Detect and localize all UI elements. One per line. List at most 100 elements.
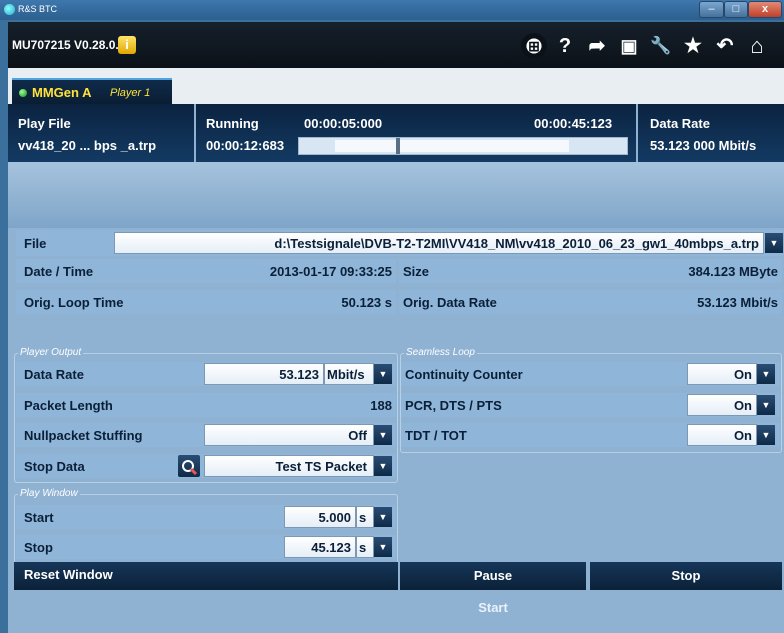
cc-row: Continuity Counter On ▼ [401, 362, 780, 386]
wrench-icon[interactable]: 🔧 [648, 33, 674, 59]
pw-start-field[interactable]: 5.000 [284, 506, 356, 528]
start-button[interactable]: Start [400, 594, 586, 622]
orig-rate-row: Orig. Data Rate 53.123 Mbit/s [399, 290, 782, 314]
forward-icon[interactable]: ➦ [584, 33, 610, 59]
nullpacket-row: Nullpacket Stuffing Off ▼ [16, 423, 396, 447]
play-file-label: Play File [18, 116, 71, 131]
tdt-select[interactable]: On [687, 424, 757, 446]
stop-data-label: Stop Data [24, 459, 85, 474]
po-data-rate-unit-select[interactable]: Mbit/s [324, 363, 374, 385]
pw-start-label: Start [24, 510, 54, 525]
back-icon[interactable]: ↶ [712, 33, 738, 59]
stop-button[interactable]: Stop [590, 562, 782, 590]
play-file-panel: Play File vv418_20 ... bps _a.trp [8, 104, 194, 162]
po-data-rate-label: Data Rate [24, 367, 84, 382]
pw-stop-row: Stop 45.123 s ▼ [16, 535, 396, 559]
pw-stop-field[interactable]: 45.123 [284, 536, 356, 558]
orig-rate-value: 53.123 Mbit/s [697, 295, 778, 310]
file-label: File [24, 236, 47, 251]
pw-start-unit[interactable]: s [356, 506, 374, 528]
pw-stop-unit[interactable]: s [356, 536, 374, 558]
home-icon[interactable]: ⌂ [744, 33, 770, 59]
windows-icon[interactable]: ⊞ [521, 33, 547, 59]
file-row: File d:\Testsignale\DVB-T2-T2MI\VV418_NM… [16, 230, 783, 256]
running-elapsed-time: 00:00:12:683 [206, 138, 285, 153]
play-window-group-label: Play Window [18, 488, 80, 499]
pw-start-row: Start 5.000 s ▼ [16, 505, 396, 529]
nullpacket-dropdown-icon[interactable]: ▼ [374, 425, 392, 445]
running-panel: Running 00:00:05:000 00:00:45:123 00:00:… [196, 104, 636, 162]
minimize-button[interactable]: – [699, 1, 724, 18]
running-label: Running [206, 116, 259, 131]
date-time-label: Date / Time [24, 264, 94, 279]
orig-loop-row: Orig. Loop Time 50.123 s [16, 290, 396, 314]
progress-window-fill [335, 140, 569, 152]
tdt-row: TDT / TOT On ▼ [401, 423, 780, 447]
toolbar: MU707215 V0.28.0.0 i ⊞ ? ➦ ▣ 🔧 ★ ↶ ⌂ [8, 22, 784, 68]
pcr-label: PCR, DTS / PTS [405, 398, 502, 413]
version-label: MU707215 V0.28.0.0 [12, 38, 126, 52]
favorite-star-icon[interactable]: ★ [680, 33, 706, 59]
main-panel: Play File vv418_20 ... bps _a.trp Runnin… [8, 104, 784, 633]
po-data-rate-field[interactable]: 53.123 [204, 363, 324, 385]
player-output-group-label: Player Output [18, 347, 84, 358]
pcr-select[interactable]: On [687, 394, 757, 416]
status-led-icon [19, 89, 27, 97]
file-dropdown-arrow-icon[interactable]: ▼ [765, 233, 783, 253]
nullpacket-select[interactable]: Off [204, 424, 374, 446]
header-data-rate-value: 53.123 000 Mbit/s [650, 138, 757, 153]
cc-label: Continuity Counter [405, 367, 523, 382]
stop-data-settings-icon[interactable] [178, 455, 200, 477]
window-titlebar: R&S BTC – □ x [0, 0, 784, 20]
date-time-value: 2013-01-17 09:33:25 [269, 264, 392, 279]
orig-loop-value: 50.123 s [341, 295, 392, 310]
save-icon[interactable]: ▣ [616, 33, 642, 59]
tab-label: MMGen A [32, 85, 92, 100]
cc-dropdown-icon[interactable]: ▼ [757, 364, 775, 384]
stop-data-dropdown-icon[interactable]: ▼ [374, 456, 392, 476]
running-start-time: 00:00:05:000 [304, 116, 383, 131]
tdt-dropdown-icon[interactable]: ▼ [757, 425, 775, 445]
date-time-row: Date / Time 2013-01-17 09:33:25 [16, 259, 396, 283]
size-label: Size [403, 264, 430, 279]
pause-button[interactable]: Pause [400, 562, 586, 590]
play-progress-bar[interactable] [298, 137, 628, 155]
help-icon[interactable]: ? [552, 33, 578, 59]
app-icon [4, 4, 15, 15]
maximize-button[interactable]: □ [724, 1, 748, 18]
po-data-rate-dropdown-icon[interactable]: ▼ [374, 364, 392, 384]
play-file-value: vv418_20 ... bps _a.trp [18, 138, 157, 153]
close-button[interactable]: x [748, 1, 782, 18]
packet-length-label: Packet Length [24, 398, 113, 413]
pw-stop-label: Stop [24, 540, 53, 555]
progress-position-marker[interactable] [396, 138, 400, 154]
cc-select[interactable]: On [687, 363, 757, 385]
stop-data-row: Stop Data Test TS Packet ▼ [16, 454, 396, 478]
header-separator-band [8, 162, 784, 228]
tab-mmgen-a[interactable]: MMGen A Player 1 [12, 78, 172, 104]
info-icon[interactable]: i [118, 36, 136, 54]
packet-length-row: Packet Length 188 [16, 393, 396, 417]
pw-start-dropdown-icon[interactable]: ▼ [374, 507, 392, 527]
size-row: Size 384.123 MByte [399, 259, 782, 283]
data-rate-panel: Data Rate 53.123 000 Mbit/s [638, 104, 784, 162]
header-data-rate-label: Data Rate [650, 116, 710, 131]
pcr-dropdown-icon[interactable]: ▼ [757, 395, 775, 415]
running-end-time: 00:00:45:123 [534, 116, 613, 131]
orig-rate-label: Orig. Data Rate [403, 295, 497, 310]
size-value: 384.123 MByte [688, 264, 778, 279]
pw-stop-dropdown-icon[interactable]: ▼ [374, 537, 392, 557]
tab-strip: MMGen A Player 1 [8, 68, 784, 104]
tdt-label: TDT / TOT [405, 428, 467, 443]
po-data-rate-row: Data Rate 53.123 Mbit/s ▼ [16, 362, 396, 386]
window-title: R&S BTC [18, 4, 58, 14]
stop-data-select[interactable]: Test TS Packet [204, 455, 374, 477]
reset-window-button[interactable]: Reset Window [14, 562, 398, 590]
nullpacket-label: Nullpacket Stuffing [24, 428, 143, 443]
packet-length-value: 188 [370, 398, 392, 413]
file-path-field[interactable]: d:\Testsignale\DVB-T2-T2MI\VV418_NM\vv41… [114, 232, 764, 254]
seamless-loop-group-label: Seamless Loop [404, 347, 477, 358]
orig-loop-label: Orig. Loop Time [24, 295, 124, 310]
tab-player-label: Player 1 [110, 87, 151, 99]
pcr-row: PCR, DTS / PTS On ▼ [401, 393, 780, 417]
